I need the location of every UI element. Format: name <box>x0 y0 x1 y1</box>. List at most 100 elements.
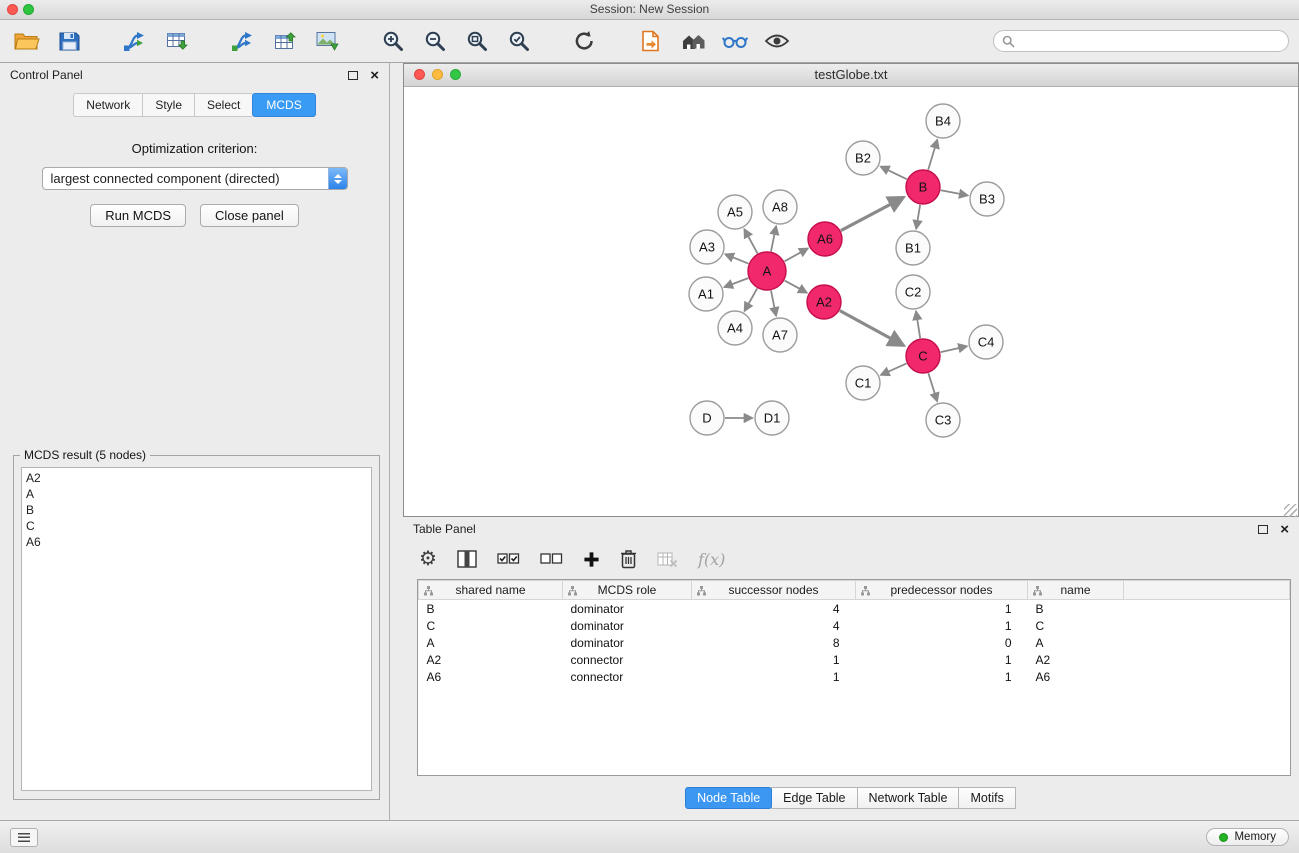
graph-node-C4[interactable]: C4 <box>969 325 1003 359</box>
float-table-panel-icon[interactable] <box>1258 525 1268 534</box>
open-file-button[interactable] <box>10 23 44 59</box>
zoom-out-button[interactable] <box>418 23 452 59</box>
apply-layout-button[interactable] <box>568 23 602 59</box>
table-cell[interactable]: B <box>1028 600 1124 618</box>
table-row[interactable]: A6connector11A6 <box>419 668 1290 685</box>
table-cell[interactable]: A2 <box>1028 651 1124 668</box>
graph-edge-B-B2[interactable] <box>881 167 907 180</box>
table-cell[interactable]: C <box>419 617 563 634</box>
graph-node-B2[interactable]: B2 <box>846 141 880 175</box>
task-history-button[interactable] <box>10 828 38 847</box>
reset-view-button[interactable] <box>676 23 710 59</box>
table-cell[interactable]: B <box>419 600 563 618</box>
tab-network-table[interactable]: Network Table <box>857 787 960 809</box>
sort-icon[interactable] <box>424 585 433 599</box>
table-row[interactable]: Cdominator41C <box>419 617 1290 634</box>
graph-node-A2[interactable]: A2 <box>807 285 841 319</box>
graph-node-A6[interactable]: A6 <box>808 222 842 256</box>
table-cell[interactable]: dominator <box>563 634 692 651</box>
graph-edge-A-A4[interactable] <box>745 288 758 311</box>
graph-node-A5[interactable]: A5 <box>718 195 752 229</box>
graph-node-A1[interactable]: A1 <box>689 277 723 311</box>
search-input[interactable] <box>1020 33 1280 49</box>
network-zoom-button[interactable] <box>450 69 461 80</box>
table-cell[interactable]: A6 <box>1028 668 1124 685</box>
table-settings-button[interactable]: ⚙ <box>419 546 437 572</box>
function-builder-button[interactable]: f(x) <box>698 546 725 572</box>
close-window-button[interactable] <box>7 4 18 15</box>
network-canvas[interactable]: B4B2BB3A5A8A6B1A3AC2A1A2A4A7CC4C1C3DD1 <box>404 87 1298 518</box>
sort-icon[interactable] <box>697 585 706 599</box>
delete-table-button[interactable] <box>657 546 678 572</box>
graph-node-A[interactable]: A <box>748 252 786 290</box>
graph-edge-A-A7[interactable] <box>771 291 776 316</box>
network-minimize-button[interactable] <box>432 69 443 80</box>
run-mcds-button[interactable]: Run MCDS <box>90 204 186 227</box>
graph-edge-A-A8[interactable] <box>771 226 776 251</box>
table-cell[interactable]: 1 <box>856 617 1028 634</box>
zoom-in-button[interactable] <box>376 23 410 59</box>
sort-icon[interactable] <box>861 585 870 599</box>
sort-icon[interactable] <box>1033 585 1042 599</box>
table-cell[interactable]: dominator <box>563 617 692 634</box>
table-cell[interactable]: 0 <box>856 634 1028 651</box>
graph-edge-A6-B[interactable] <box>841 197 904 230</box>
graph-edge-A-A2[interactable] <box>785 281 807 293</box>
mcds-result-item[interactable]: B <box>26 502 367 518</box>
table-cell[interactable]: C <box>1028 617 1124 634</box>
table-cell[interactable]: connector <box>563 668 692 685</box>
table-cell[interactable]: 4 <box>692 600 856 618</box>
table-cell[interactable]: A <box>419 634 563 651</box>
graph-node-B[interactable]: B <box>906 170 940 204</box>
memory-button[interactable]: Memory <box>1206 828 1289 846</box>
table-row[interactable]: Adominator80A <box>419 634 1290 651</box>
graph-node-C2[interactable]: C2 <box>896 275 930 309</box>
graph-node-C3[interactable]: C3 <box>926 403 960 437</box>
column-header-name[interactable]: name <box>1028 581 1124 600</box>
resize-grip[interactable] <box>1284 504 1297 517</box>
zoom-selected-button[interactable] <box>502 23 536 59</box>
dropdown-stepper-icon[interactable] <box>328 168 347 189</box>
graph-edge-C-C3[interactable] <box>928 373 937 401</box>
optimization-criterion-dropdown[interactable]: largest connected component (directed) <box>42 167 348 190</box>
column-header-successor-nodes[interactable]: successor nodes <box>692 581 856 600</box>
import-network-button[interactable] <box>118 23 152 59</box>
graph-edge-A-A1[interactable] <box>724 278 748 287</box>
table-row[interactable]: Bdominator41B <box>419 600 1290 618</box>
save-session-button[interactable] <box>52 23 86 59</box>
network-window-titlebar[interactable]: testGlobe.txt <box>404 64 1298 87</box>
tab-select[interactable]: Select <box>194 93 252 117</box>
table-cell[interactable]: 1 <box>692 651 856 668</box>
mcds-result-list[interactable]: A2ABCA6 <box>21 467 372 791</box>
tab-edge-table[interactable]: Edge Table <box>771 787 857 809</box>
show-columns-button[interactable] <box>457 546 477 572</box>
table-cell[interactable]: dominator <box>563 600 692 618</box>
mcds-result-item[interactable]: A2 <box>26 470 367 486</box>
mcds-result-item[interactable]: A <box>26 486 367 502</box>
table-cell[interactable]: 8 <box>692 634 856 651</box>
table-cell[interactable]: 1 <box>692 668 856 685</box>
graph-edge-A-A5[interactable] <box>744 229 757 253</box>
show-hide-details-button[interactable] <box>760 23 794 59</box>
delete-column-button[interactable] <box>620 546 637 572</box>
table-cell[interactable]: A <box>1028 634 1124 651</box>
graph-edge-C-C2[interactable] <box>916 311 920 338</box>
graph-node-D1[interactable]: D1 <box>755 401 789 435</box>
export-table-button[interactable] <box>268 23 302 59</box>
mcds-result-item[interactable]: C <box>26 518 367 534</box>
tab-style[interactable]: Style <box>142 93 194 117</box>
graph-edge-B-B3[interactable] <box>941 190 968 195</box>
zoom-window-button[interactable] <box>23 4 34 15</box>
graph-edge-A2-C[interactable] <box>840 311 904 346</box>
graph-node-B4[interactable]: B4 <box>926 104 960 138</box>
table-cell[interactable]: 1 <box>856 600 1028 618</box>
graph-edge-A-A3[interactable] <box>725 254 748 263</box>
mcds-result-item[interactable]: A6 <box>26 534 367 550</box>
tab-network[interactable]: Network <box>73 93 142 117</box>
network-graph[interactable]: B4B2BB3A5A8A6B1A3AC2A1A2A4A7CC4C1C3DD1 <box>404 87 1298 518</box>
graph-node-B1[interactable]: B1 <box>896 231 930 265</box>
table-cell[interactable]: 4 <box>692 617 856 634</box>
zoom-fit-button[interactable] <box>460 23 494 59</box>
node-table[interactable]: shared nameMCDS rolesuccessor nodesprede… <box>417 579 1291 776</box>
tab-motifs[interactable]: Motifs <box>958 787 1015 809</box>
